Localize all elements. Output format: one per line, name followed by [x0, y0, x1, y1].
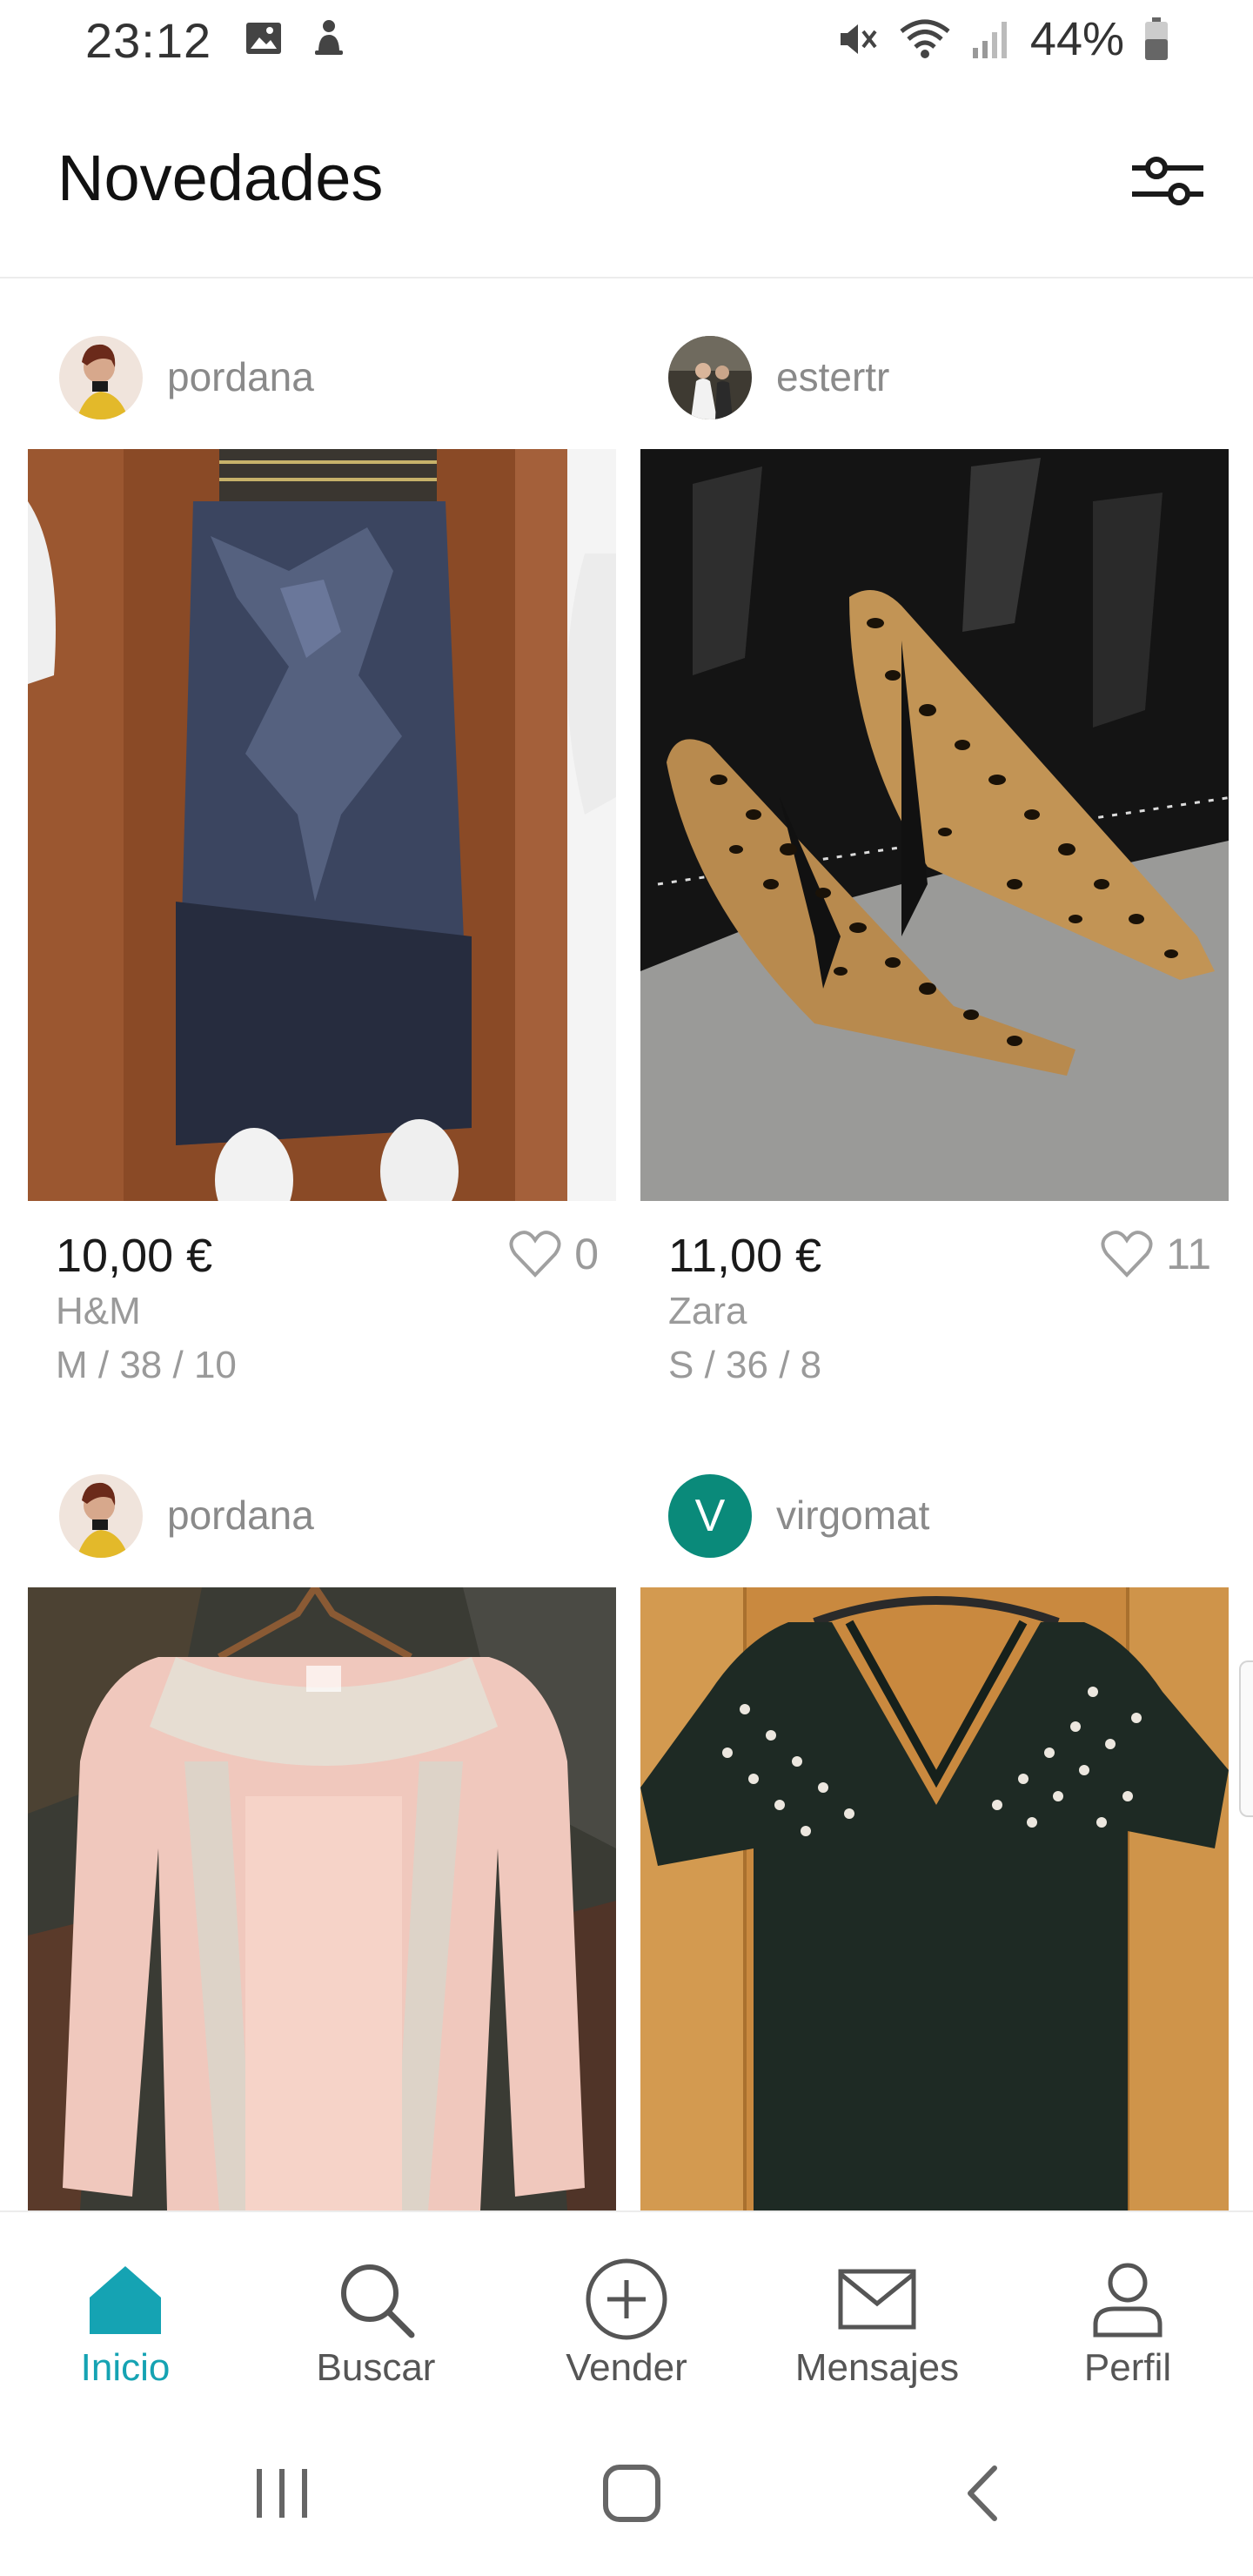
product-card[interactable]: V virgomat: [640, 1419, 1229, 2210]
mail-icon: [835, 2257, 919, 2341]
seller-username[interactable]: pordana: [167, 353, 314, 400]
product-size: M / 38 / 10: [56, 1344, 237, 1386]
seller-username[interactable]: pordana: [167, 1492, 314, 1539]
avatar[interactable]: [668, 336, 752, 419]
product-price: 11,00 €: [668, 1230, 822, 1282]
product-price: 10,00 €: [56, 1230, 213, 1282]
profile-icon: [1086, 2257, 1169, 2341]
product-photo[interactable]: [640, 1587, 1229, 2210]
avatar[interactable]: V: [668, 1474, 752, 1558]
app-header: Novedades: [0, 87, 1253, 278]
mute-icon: [840, 24, 877, 54]
battery-percent: 44%: [1029, 13, 1124, 65]
back-chevron-icon: [968, 2465, 997, 2521]
nav-item-buscar[interactable]: Buscar: [251, 2212, 501, 2412]
search-icon: [334, 2257, 418, 2341]
avatar[interactable]: [59, 336, 143, 419]
wifi-icon: [900, 19, 950, 58]
status-time: 23:12: [85, 13, 212, 68]
nav-item-inicio[interactable]: Inicio: [0, 2212, 251, 2412]
home-square-icon: [603, 2465, 660, 2522]
system-navigation: [0, 2411, 1253, 2576]
product-card[interactable]: estertr 11,00 € 11 Zara S / 36 / 8: [640, 280, 1229, 1412]
signal-icon: [972, 22, 1007, 58]
notification-icon: [315, 20, 343, 55]
screen: 23:12 44% Novedades pordana 10,00 € 0 H&…: [0, 0, 1253, 2576]
seller-row[interactable]: estertr: [640, 280, 1229, 419]
status-bar: 23:12 44%: [0, 0, 1253, 87]
scrollbar[interactable]: [1239, 1660, 1253, 1817]
recent-apps-button[interactable]: [230, 2445, 334, 2541]
image-icon: [246, 23, 281, 54]
seller-row[interactable]: pordana: [28, 280, 616, 419]
back-button[interactable]: [931, 2445, 1035, 2541]
product-size: S / 36 / 8: [668, 1344, 822, 1386]
filter-sliders-icon: [1132, 157, 1203, 205]
status-left-icons: [244, 17, 348, 59]
filter-button[interactable]: [1126, 139, 1209, 223]
heart-icon: [1101, 1231, 1153, 1278]
product-photo[interactable]: [640, 449, 1229, 1201]
status-right: 44%: [835, 12, 1169, 66]
home-icon: [84, 2257, 167, 2341]
recent-apps-icon: [257, 2469, 307, 2518]
like-count: 0: [574, 1230, 599, 1278]
product-brand: Zara: [668, 1290, 747, 1332]
product-feed: pordana 10,00 € 0 H&M M / 38 / 10 estert…: [0, 280, 1253, 2210]
plus-circle-icon: [585, 2257, 668, 2341]
nav-item-mensajes[interactable]: Mensajes: [752, 2212, 1002, 2412]
bottom-navigation: Inicio Buscar Vender Mensajes Perfil: [0, 2210, 1253, 2411]
like-count: 11: [1166, 1230, 1211, 1278]
nav-label: Buscar: [316, 2346, 436, 2389]
avatar[interactable]: [59, 1474, 143, 1558]
nav-label: Perfil: [1083, 2346, 1172, 2389]
heart-icon: [509, 1231, 561, 1278]
seller-row[interactable]: V virgomat: [640, 1419, 1229, 1558]
nav-label: Vender: [566, 2346, 687, 2389]
product-brand: H&M: [56, 1290, 141, 1332]
nav-label: Inicio: [80, 2346, 171, 2389]
product-card[interactable]: pordana: [28, 1419, 616, 2210]
like-button[interactable]: 0: [508, 1229, 599, 1279]
product-photo[interactable]: [28, 1587, 616, 2210]
nav-item-vender[interactable]: Vender: [501, 2212, 752, 2412]
battery-icon: [1145, 17, 1168, 60]
page-title: Novedades: [57, 142, 384, 214]
nav-label: Mensajes: [794, 2346, 960, 2389]
seller-username[interactable]: virgomat: [776, 1492, 929, 1539]
seller-row[interactable]: pordana: [28, 1419, 616, 1558]
nav-item-perfil[interactable]: Perfil: [1002, 2212, 1253, 2412]
product-card[interactable]: pordana: [28, 280, 616, 1412]
home-button[interactable]: [580, 2445, 684, 2541]
like-button[interactable]: 11: [1100, 1229, 1211, 1279]
seller-username[interactable]: estertr: [776, 353, 889, 400]
product-photo[interactable]: [28, 449, 616, 1201]
